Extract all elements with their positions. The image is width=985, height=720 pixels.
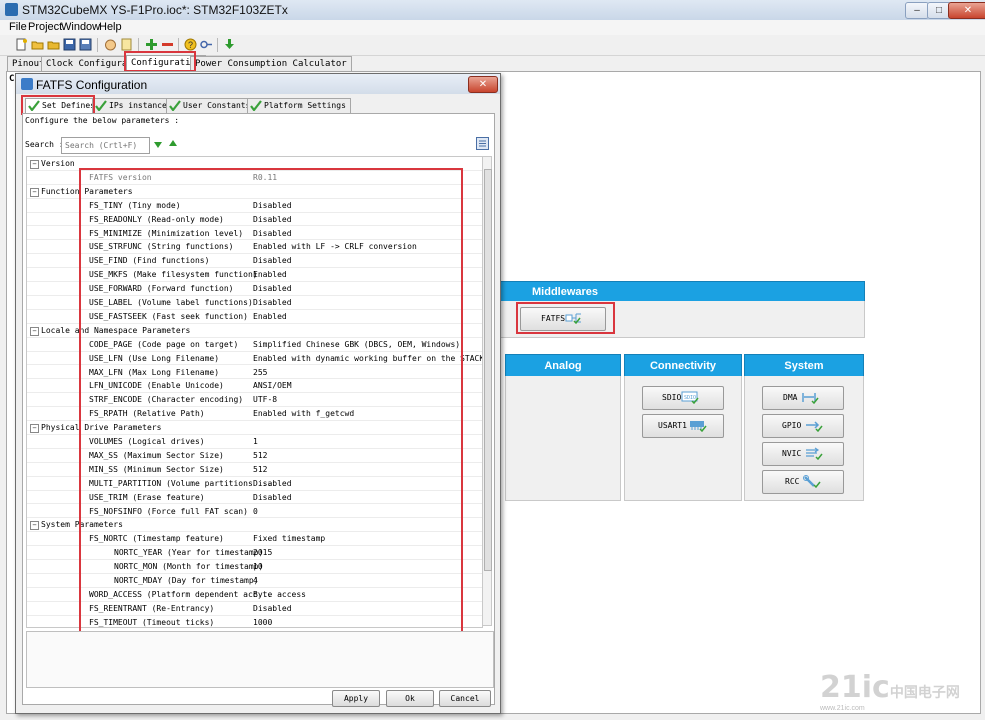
cancel-button[interactable]: Cancel [439,690,491,707]
usart1-chip-label: USART1 [658,421,687,430]
middlewares-body: FATFS [497,301,865,338]
rcc-chip-button[interactable]: RCC [762,470,844,494]
menu-window[interactable]: Window [61,21,100,33]
middlewares-header: Middlewares [497,281,865,303]
search-label: Search : [25,140,64,149]
dma-chip-label: DMA [783,393,798,402]
minimize-button[interactable]: – [905,2,929,19]
nvic-chip-label: NVIC [782,449,802,458]
tab-user-constants[interactable]: User Constants [166,98,256,113]
window-titlebar: STM32CubeMX YS-F1Pro.ioc*: STM32F103ZETx… [0,0,985,21]
sdio-card-icon: SDIO [681,391,699,404]
tree-vertical-scrollbar[interactable] [482,156,492,626]
fatfs-configuration-dialog: FATFS Configuration ✕ Set Defines IPs in… [15,73,501,714]
tab-power-consumption-calculator[interactable]: Power Consumption Calculator [190,56,352,71]
watermark-logo: 21ic中国电子网 [820,670,960,705]
workarea-stub-label: C [9,74,15,84]
expand-collapse-view-icon[interactable] [476,137,489,150]
rcc-wrench-icon [803,475,821,488]
sdio-icon-text: SDIO [684,395,696,401]
help-icon[interactable]: ? [184,38,197,51]
nvic-chip-button[interactable]: NVIC [762,442,844,466]
search-prev-up-icon[interactable] [168,139,178,149]
plus-icon[interactable] [145,38,158,51]
usart-connector-icon [690,421,707,432]
sdio-chip-button[interactable]: SDIO SDIO [642,386,724,410]
system-header: System [744,354,864,378]
checkmark-icon [95,100,107,111]
set-defines-panel: Configure the below parameters : Search … [22,113,495,705]
dialog-titlebar: FATFS Configuration ✕ [16,74,500,94]
configuration-tab-highlight [124,51,196,72]
nvic-arrows-icon [806,447,823,460]
report-icon[interactable] [120,38,133,51]
scrollbar-thumb[interactable] [484,169,492,571]
gpio-chip-button[interactable]: GPIO [762,414,844,438]
open-recent-icon[interactable] [47,38,60,51]
collapse-toggle-icon[interactable]: − [30,424,39,434]
menu-project[interactable]: Project [28,21,62,33]
download-icon[interactable] [223,38,236,51]
window-title: STM32CubeMX YS-F1Pro.ioc*: STM32F103ZETx [22,3,288,17]
set-defines-tab-highlight [21,95,95,115]
dialog-title: FATFS Configuration [36,78,148,92]
key-icon[interactable] [200,38,213,51]
collapse-toggle-icon[interactable]: − [30,326,39,336]
middlewares-title: Middlewares [532,286,599,298]
new-project-icon[interactable] [15,38,28,51]
gpio-chip-label: GPIO [782,421,802,430]
app-icon [5,3,18,16]
ok-button[interactable]: Ok [386,690,434,707]
parameters-highlight [79,168,463,635]
rcc-chip-label: RCC [785,477,800,486]
analog-header: Analog [505,354,621,378]
dma-chip-button[interactable]: DMA [762,386,844,410]
fatfs-chip-highlight [516,302,615,334]
tab-platform-settings-label: Platform Settings [264,101,346,110]
watermark-url: www.21ic.com [820,705,865,712]
system-body: DMA GPIO NVIC RCC [744,376,864,501]
connectivity-header: Connectivity [624,354,742,378]
svg-text:?: ? [188,40,193,50]
gpio-arrow-icon [806,421,823,432]
close-button[interactable]: ✕ [948,2,985,19]
apply-button[interactable]: Apply [332,690,380,707]
menu-file[interactable]: File [9,21,27,33]
collapse-toggle-icon[interactable]: − [30,160,39,169]
menu-help[interactable]: Help [99,21,122,33]
dialog-app-icon [21,78,33,90]
tab-ips-instances[interactable]: IPs instances [92,98,177,113]
tree-group-label: Version [41,159,75,168]
analog-body [505,376,621,501]
open-folder-icon[interactable] [31,38,44,51]
connectivity-body: SDIO SDIO USART1 [624,376,742,501]
usart1-chip-button[interactable]: USART1 [642,414,724,438]
sdio-chip-label: SDIO [662,393,682,402]
menubar: File Project Window Help [0,20,985,35]
checkmark-icon [169,100,181,111]
save-as-icon[interactable] [79,38,92,51]
instruction-text: Configure the below parameters : [25,116,180,125]
tab-user-constants-label: User Constants [183,101,251,110]
parameter-description-box [26,631,494,688]
dialog-close-button[interactable]: ✕ [468,76,498,93]
search-next-down-icon[interactable] [153,139,163,149]
checkmark-icon [250,100,262,111]
tab-platform-settings[interactable]: Platform Settings [247,98,351,113]
collapse-toggle-icon[interactable]: − [30,521,39,531]
collapse-toggle-icon[interactable]: − [30,187,39,197]
dma-transfer-icon [802,393,819,404]
main-tabs: Pinout Clock Configuration Configuration… [0,51,985,72]
tab-ips-instances-label: IPs instances [109,101,172,110]
minus-icon[interactable] [161,38,174,51]
search-input[interactable] [61,137,150,154]
hand-icon[interactable] [104,38,117,51]
save-icon[interactable] [63,38,76,51]
